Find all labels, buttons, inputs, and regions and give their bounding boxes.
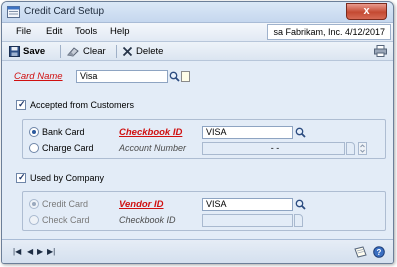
menu-tools[interactable]: Tools bbox=[75, 26, 97, 37]
clear-button[interactable]: Clear bbox=[67, 44, 106, 59]
accepted-from-customers-checkbox[interactable]: ✓ bbox=[16, 99, 26, 110]
svg-text:?: ? bbox=[377, 248, 382, 257]
note-icon[interactable] bbox=[354, 246, 367, 258]
save-icon bbox=[9, 46, 20, 57]
used-by-company-checkbox[interactable]: ✓ bbox=[16, 172, 26, 183]
title-bar: Credit Card Setup x bbox=[2, 2, 393, 23]
used-by-company-label: Used by Company bbox=[30, 173, 105, 183]
note-icon[interactable] bbox=[181, 71, 190, 82]
bank-card-radio[interactable] bbox=[29, 127, 39, 137]
menu-edit[interactable]: Edit bbox=[46, 26, 62, 37]
charge-card-label: Charge Card bbox=[42, 143, 94, 153]
vendor-id-label: Vendor ID bbox=[119, 199, 164, 210]
bank-card-label: Bank Card bbox=[42, 127, 85, 137]
first-record-icon[interactable]: |◀ bbox=[13, 247, 21, 256]
delete-icon bbox=[122, 46, 133, 57]
credit-card-setup-window: Credit Card Setup x File Edit Tools Help… bbox=[1, 1, 394, 264]
charge-card-radio[interactable] bbox=[29, 143, 39, 153]
status-bar: |◀ ◀ ▶ ▶| ? bbox=[2, 239, 393, 263]
last-record-icon[interactable]: ▶| bbox=[47, 247, 55, 256]
lookup-icon[interactable] bbox=[295, 199, 306, 210]
accepted-from-customers-label: Accepted from Customers bbox=[30, 100, 135, 110]
save-button[interactable]: Save bbox=[9, 44, 45, 59]
checkbook-id-vendor-field[interactable] bbox=[202, 214, 293, 227]
clear-icon bbox=[67, 47, 79, 57]
delete-label: Delete bbox=[136, 46, 164, 57]
check-card-label: Check Card bbox=[42, 215, 90, 225]
company-date-display[interactable]: sa Fabrikam, Inc. 4/12/2017 bbox=[267, 24, 391, 40]
credit-card-label: Credit Card bbox=[42, 199, 89, 209]
account-number-edge bbox=[346, 142, 355, 155]
save-label: Save bbox=[23, 46, 46, 57]
card-name-field[interactable]: Visa bbox=[76, 70, 168, 83]
delete-button[interactable]: Delete bbox=[122, 44, 163, 59]
lookup-icon[interactable] bbox=[169, 71, 180, 82]
app-icon bbox=[7, 6, 20, 18]
previous-record-icon[interactable]: ◀ bbox=[27, 247, 33, 256]
card-name-label: Card Name bbox=[14, 71, 63, 82]
checkbook-id-vendor-edge bbox=[294, 214, 303, 227]
checkbook-id-vendor-label: Checkbook ID bbox=[119, 215, 176, 225]
checkbook-id-field[interactable]: VISA bbox=[202, 126, 293, 139]
account-number-field[interactable]: - - bbox=[202, 142, 345, 155]
account-number-label: Account Number bbox=[119, 143, 187, 153]
window-title: Credit Card Setup bbox=[24, 6, 105, 17]
menu-bar: File Edit Tools Help sa Fabrikam, Inc. 4… bbox=[2, 23, 393, 42]
print-icon[interactable] bbox=[374, 45, 387, 57]
menu-file[interactable]: File bbox=[16, 26, 31, 37]
vendor-id-field[interactable]: VISA bbox=[202, 198, 293, 211]
next-record-icon[interactable]: ▶ bbox=[37, 247, 43, 256]
checkbook-id-label: Checkbook ID bbox=[119, 127, 183, 138]
toolbar: Save Clear Delete bbox=[2, 42, 393, 61]
spinner-icon[interactable] bbox=[358, 142, 367, 155]
close-button[interactable]: x bbox=[346, 3, 387, 20]
form-content: Card Name Visa ✓ Accepted from Customers… bbox=[2, 62, 393, 239]
menu-help[interactable]: Help bbox=[110, 26, 130, 37]
lookup-icon[interactable] bbox=[295, 127, 306, 138]
check-card-radio[interactable] bbox=[29, 215, 39, 225]
help-icon[interactable]: ? bbox=[373, 246, 385, 258]
clear-label: Clear bbox=[83, 46, 106, 57]
toolbar-divider bbox=[116, 45, 117, 58]
credit-card-radio[interactable] bbox=[29, 199, 39, 209]
toolbar-divider bbox=[60, 45, 61, 58]
